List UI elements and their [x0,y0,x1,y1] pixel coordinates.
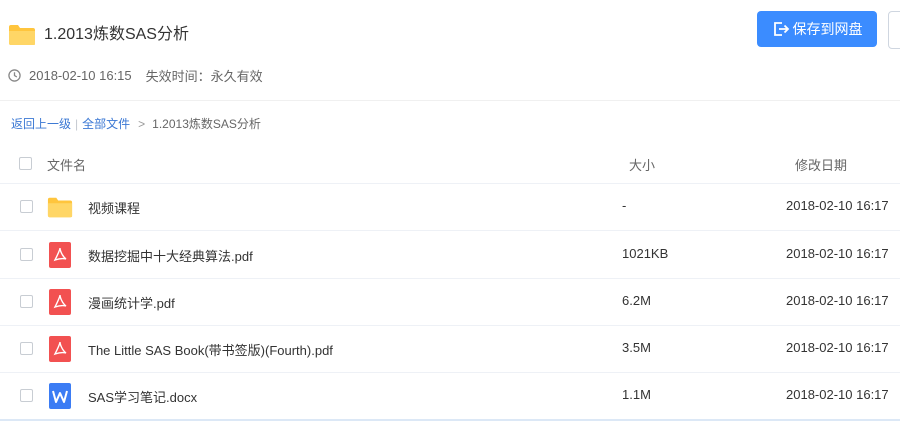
file-name[interactable]: SAS学习笔记.docx [88,387,197,406]
table-row[interactable]: 漫画统计学.pdf 6.2M 2018-02-10 16:17 [0,278,900,326]
column-header-size[interactable]: 大小 [629,155,655,174]
pdf-icon [49,242,71,268]
share-header: 1.2013炼数SAS分析 保存到网盘 2018-02-10 16:15 失效时… [0,0,900,100]
row-checkbox[interactable] [20,200,33,213]
file-date: 2018-02-10 16:17 [786,246,889,261]
more-button[interactable] [888,11,900,49]
file-name[interactable]: 数据挖掘中十大经典算法.pdf [88,246,253,265]
row-checkbox[interactable] [20,248,33,261]
file-name[interactable]: The Little SAS Book(带书签版)(Fourth).pdf [88,340,333,359]
expire-text: 失效时间：永久有效 [145,69,263,84]
column-header-name[interactable]: 文件名 [47,155,86,174]
pdf-icon [49,289,71,315]
file-name[interactable]: 漫画统计学.pdf [88,293,175,312]
pdf-icon [49,336,71,362]
file-size: 6.2M [622,293,651,308]
file-size: 1021KB [622,246,669,261]
save-button-label: 保存到网盘 [792,21,863,37]
table-row[interactable]: SAS学习笔记.docx 1.1M 2018-02-10 16:17 [0,372,900,421]
header-divider [0,100,900,101]
breadcrumb-separator: | [75,116,79,131]
breadcrumb-all-files-link[interactable]: 全部文件 [82,115,130,132]
file-size: - [622,198,627,213]
table-row[interactable]: 数据挖掘中十大经典算法.pdf 1021KB 2018-02-10 16:17 [0,231,900,279]
breadcrumb-current: 1.2013炼数SAS分析 [152,117,261,131]
file-size: 3.5M [622,340,651,355]
folder-icon [47,197,73,218]
file-name[interactable]: 视频课程 [88,198,140,217]
file-date: 2018-02-10 16:17 [786,293,889,308]
share-meta: 2018-02-10 16:15 失效时间：永久有效 [8,66,263,85]
folder-icon [9,25,35,45]
share-date: 2018-02-10 16:15 [29,68,132,83]
table-header: 文件名 大小 修改日期 [0,143,900,184]
file-date: 2018-02-10 16:17 [786,340,889,355]
row-checkbox[interactable] [20,295,33,308]
file-size: 1.1M [622,387,651,402]
file-date: 2018-02-10 16:17 [786,198,889,213]
column-header-date[interactable]: 修改日期 [795,155,847,174]
select-all-checkbox[interactable] [19,157,32,170]
page-title: 1.2013炼数SAS分析 [44,26,189,43]
breadcrumb-back-link[interactable]: 返回上一级 [11,115,71,132]
clock-icon [8,69,21,82]
save-export-icon [773,22,789,36]
file-date: 2018-02-10 16:17 [786,387,889,402]
table-row[interactable]: The Little SAS Book(带书签版)(Fourth).pdf 3.… [0,325,900,373]
word-icon [49,383,71,409]
save-to-netdisk-button[interactable]: 保存到网盘 [757,11,877,47]
breadcrumb-arrow: > [138,116,146,131]
row-checkbox[interactable] [20,342,33,355]
breadcrumb: 返回上一级 | 全部文件 > 1.2013炼数SAS分析 [11,115,261,132]
row-checkbox[interactable] [20,389,33,402]
table-row[interactable]: 视频课程 - 2018-02-10 16:17 [0,183,900,231]
